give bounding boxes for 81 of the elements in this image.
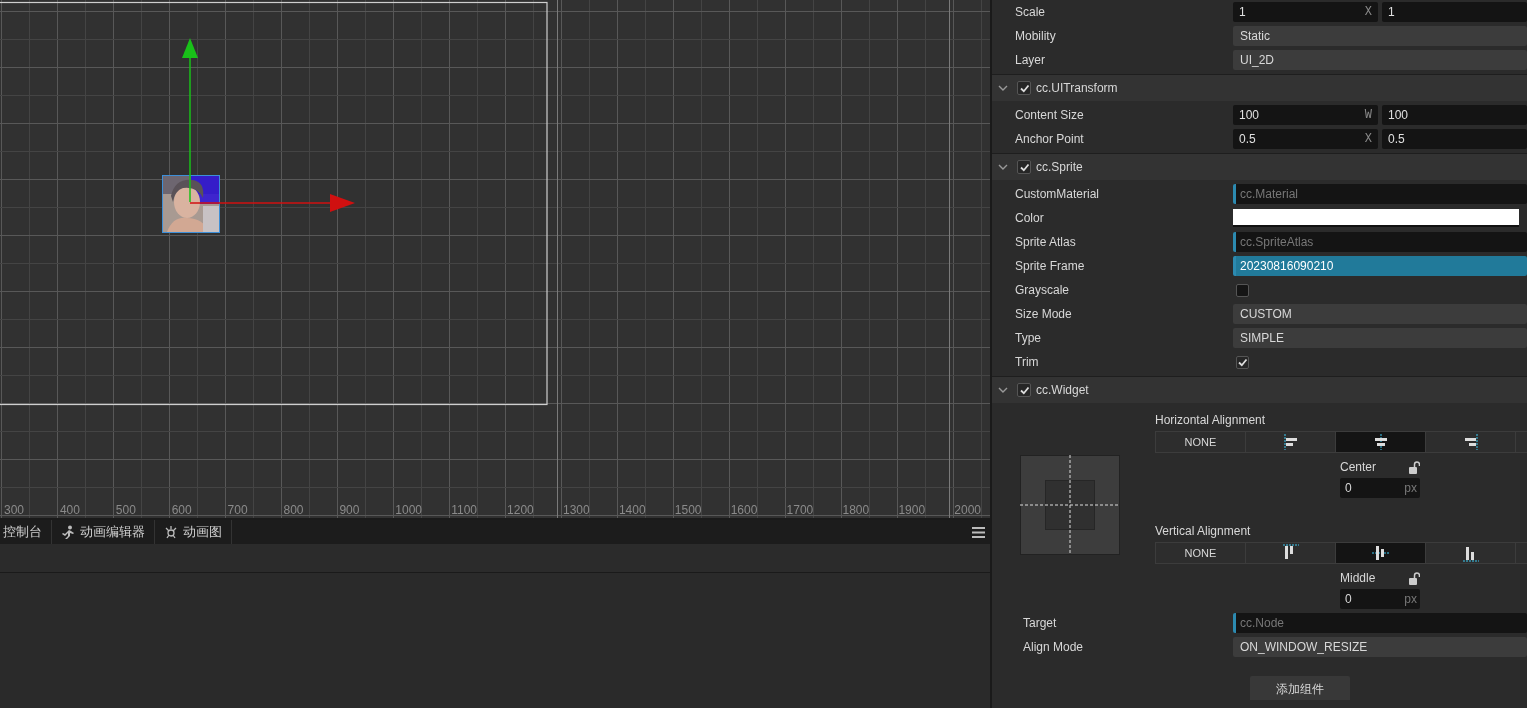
ruler-label: 1400 <box>618 503 646 517</box>
property-label: Color <box>1014 211 1045 225</box>
property-label: Target <box>1022 616 1058 630</box>
axis-label: W <box>1364 108 1372 122</box>
component-title: cc.Widget <box>1036 383 1089 397</box>
group-title: Vertical Alignment <box>1155 524 1251 538</box>
asset-field[interactable]: cc.SpriteAtlas <box>1233 232 1527 252</box>
unit-label: px <box>1404 592 1417 606</box>
ruler-label: 900 <box>339 503 360 517</box>
property-label: Trim <box>1014 355 1040 369</box>
checkbox[interactable] <box>1017 383 1031 397</box>
ruler-label: 2000 <box>954 503 981 517</box>
ruler-label: 1100 <box>451 503 477 517</box>
number-field[interactable]: 0 px <box>1340 478 1420 498</box>
unit-label: px <box>1404 481 1417 495</box>
dropdown[interactable]: UI_2D <box>1233 50 1527 70</box>
checkbox[interactable] <box>1236 355 1249 369</box>
field-label: Center <box>1340 460 1377 474</box>
ruler-label: 1900 <box>898 503 926 517</box>
component-title: cc.UITransform <box>1036 81 1118 95</box>
ruler-label: 1700 <box>786 503 814 517</box>
property-label: Size Mode <box>1014 307 1073 321</box>
dropdown[interactable]: ON_WINDOW_RESIZE <box>1233 637 1527 657</box>
ruler-label: 1600 <box>730 503 758 517</box>
checkbox[interactable] <box>1017 81 1031 95</box>
running-figure-icon <box>61 525 75 539</box>
number-field[interactable]: 100 <box>1382 105 1527 125</box>
property-label: Type <box>1014 331 1042 345</box>
number-field[interactable]: 0 px <box>1340 589 1420 609</box>
property-label: Content Size <box>1014 108 1085 122</box>
axis-label: X <box>1364 132 1372 146</box>
property-label: Grayscale <box>1014 283 1071 297</box>
chevron-down-icon[interactable] <box>998 385 1008 395</box>
alignment-option[interactable] <box>1336 543 1426 563</box>
asset-field[interactable]: cc.Node <box>1233 613 1527 633</box>
property-label: Mobility <box>1014 29 1057 43</box>
checkbox[interactable] <box>1017 160 1031 174</box>
ruler-label: 400 <box>59 503 80 517</box>
x-axis-arrow[interactable] <box>190 194 355 212</box>
ruler-label: 600 <box>171 503 192 517</box>
number-field[interactable]: 0.5 X <box>1233 129 1378 149</box>
dropdown[interactable]: Static <box>1233 26 1527 46</box>
number-field[interactable]: 100 W <box>1233 105 1378 125</box>
number-field[interactable]: 1 X <box>1233 2 1378 22</box>
ruler-label: 300 <box>4 503 25 517</box>
property-label: Sprite Atlas <box>1014 235 1077 249</box>
number-field[interactable]: 1 <box>1382 2 1527 22</box>
ruler-label: 500 <box>115 503 136 517</box>
dropdown[interactable]: SIMPLE <box>1233 328 1527 348</box>
asset-field[interactable]: cc.Material <box>1233 184 1527 204</box>
node-graph-icon <box>164 525 178 539</box>
property-label: Anchor Point <box>1014 132 1085 146</box>
checkbox[interactable] <box>1236 283 1249 297</box>
ruler-label: 1500 <box>674 503 702 517</box>
property-label: Scale <box>1014 5 1047 19</box>
y-axis-arrow[interactable] <box>182 38 198 203</box>
menu-icon[interactable] <box>972 526 985 538</box>
ruler-label: 800 <box>283 503 304 517</box>
component-title: cc.Sprite <box>1036 160 1083 174</box>
group-title: Horizontal Alignment <box>1155 413 1266 427</box>
property-label: CustomMaterial <box>1014 187 1101 201</box>
color-swatch[interactable] <box>1233 209 1519 227</box>
ruler-label: 1800 <box>842 503 870 517</box>
property-label: Layer <box>1014 53 1047 67</box>
unlock-icon[interactable] <box>1408 571 1420 585</box>
unlock-icon[interactable] <box>1408 460 1420 474</box>
asset-field[interactable]: 20230816090210 <box>1233 256 1527 276</box>
dropdown[interactable]: CUSTOM <box>1233 304 1527 324</box>
ruler-label: 1300 <box>563 503 590 517</box>
ruler-label: 1200 <box>507 503 534 517</box>
number-field[interactable]: 0.5 <box>1382 129 1527 149</box>
axis-label: X <box>1364 5 1372 19</box>
field-label: Middle <box>1340 571 1376 585</box>
ruler-label: 1000 <box>395 503 422 517</box>
ruler-label: 700 <box>227 503 248 517</box>
chevron-down-icon[interactable] <box>998 162 1008 172</box>
add-component-button[interactable]: 添加组件 <box>1250 676 1350 700</box>
chevron-down-icon[interactable] <box>998 83 1008 93</box>
property-label: Sprite Frame <box>1014 259 1086 273</box>
alignment-option[interactable] <box>1336 432 1426 452</box>
property-label: Align Mode <box>1022 640 1085 654</box>
